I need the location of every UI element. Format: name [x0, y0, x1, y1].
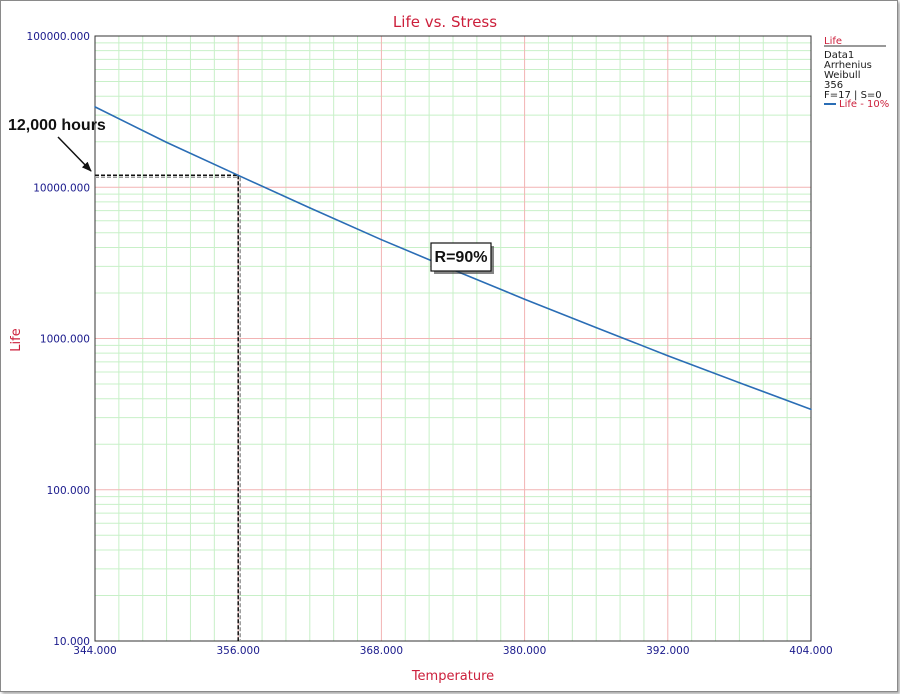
series-point [667, 354, 669, 357]
x-tick-label: 392.000 [646, 645, 689, 657]
series-point [165, 141, 168, 144]
x-tick-label: 380.000 [503, 645, 546, 657]
hours-callout-arrow [57, 136, 92, 172]
x-axis-title: Temperature [411, 669, 494, 684]
y-tick-label: 1000.000 [40, 334, 90, 346]
legend-header: Life [824, 36, 842, 47]
chart-title: Life vs. Stress [393, 13, 497, 31]
reliability-callout-label: R=90% [435, 249, 488, 266]
y-tick-label: 10000.000 [33, 182, 90, 194]
hours-callout-label: 12,000 hours [8, 117, 106, 134]
y-tick-label: 100000.000 [27, 31, 90, 43]
x-tick-label: 404.000 [789, 645, 832, 657]
y-tick-label: 100.000 [47, 485, 90, 497]
y-axis-title: Life [9, 328, 24, 351]
series-point [595, 326, 597, 329]
series-point [94, 106, 96, 108]
x-axis-ticks: 344.000 356.000 368.000 380.000 392.000 404.0… [73, 645, 832, 657]
x-tick-label: 368.000 [360, 645, 403, 657]
reliability-callout: R=90% [430, 242, 494, 274]
series-point [738, 381, 741, 384]
series-point [523, 298, 526, 300]
series-point [380, 238, 383, 241]
series-point [309, 207, 311, 209]
x-tick-label: 356.000 [216, 645, 259, 657]
y-tick-label: 10.000 [53, 636, 90, 648]
reference-lines [95, 174, 241, 641]
series-point [810, 408, 812, 411]
legend-series-label: Life - 10% [839, 99, 889, 110]
life-vs-stress-chart: Life vs. Stress 344.000 356.000 368.000 380… [8, 13, 889, 684]
series-point [237, 174, 239, 177]
legend: Life Data1 Arrhenius Weibull 356 F=17 | … [824, 36, 889, 110]
hours-callout: 12,000 hours [8, 117, 106, 172]
